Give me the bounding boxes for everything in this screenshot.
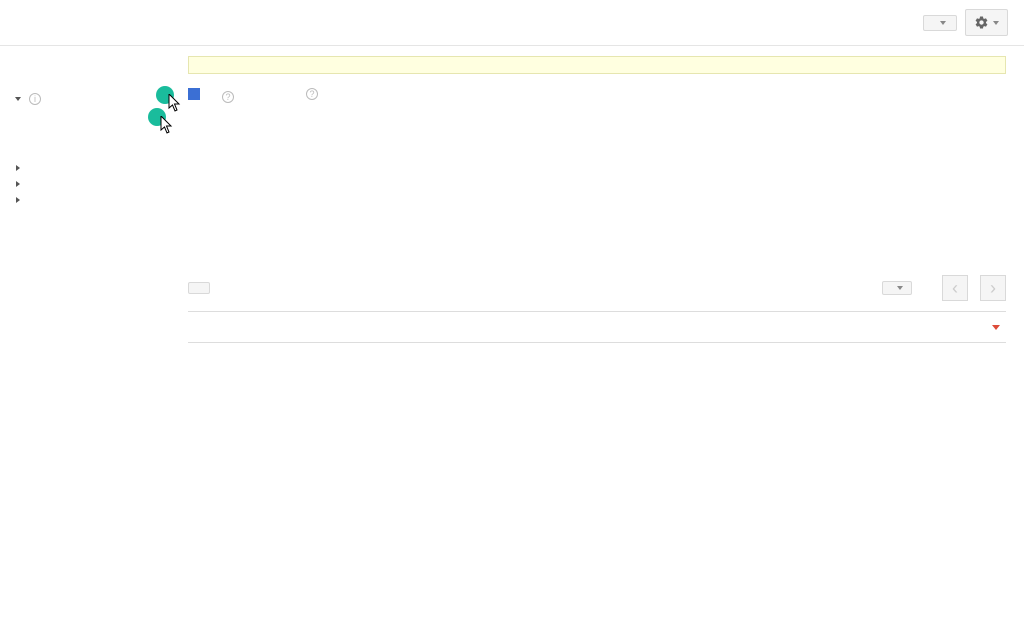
chevron-right-icon xyxy=(16,165,20,171)
gear-icon xyxy=(974,15,989,30)
stat-errors: ? xyxy=(294,88,318,105)
help-icon[interactable]: ? xyxy=(222,91,234,103)
next-page-button[interactable]: › xyxy=(980,275,1006,301)
rows-select[interactable] xyxy=(882,281,912,295)
sidebar-item-data-highlighter[interactable] xyxy=(32,130,184,140)
sidebar-group-google-index[interactable] xyxy=(16,176,184,192)
chevron-down-icon xyxy=(940,21,946,25)
sidebar-item-amp[interactable] xyxy=(32,150,184,160)
chevron-down-icon xyxy=(897,286,903,290)
chevron-down-icon xyxy=(15,97,21,101)
chart xyxy=(188,115,1006,265)
col-items-with-errors[interactable] xyxy=(875,312,1006,343)
prev-page-button[interactable]: ‹ xyxy=(942,275,968,301)
series-swatch xyxy=(188,88,200,100)
info-icon[interactable]: i xyxy=(29,93,41,105)
main-content: ? ? xyxy=(184,46,1024,343)
sidebar-group-search-appearance[interactable]: i xyxy=(16,88,184,110)
sidebar-group-crawl[interactable] xyxy=(16,192,184,208)
chart-x-axis xyxy=(188,228,1006,254)
sidebar: i xyxy=(0,46,184,343)
help-button[interactable] xyxy=(923,15,957,31)
sidebar-item-html-improvements[interactable] xyxy=(32,140,184,150)
sidebar-item-messages[interactable] xyxy=(16,70,184,80)
sidebar-item-dashboard[interactable] xyxy=(16,60,184,70)
chevron-right-icon xyxy=(16,197,20,203)
help-icon[interactable]: ? xyxy=(306,88,318,100)
sidebar-item-security-issues[interactable] xyxy=(16,214,184,224)
sidebar-group-search-traffic[interactable] xyxy=(16,160,184,176)
sidebar-item-rich-cards[interactable] xyxy=(32,120,184,130)
sidebar-item-structured-data[interactable] xyxy=(32,110,184,120)
col-data-type[interactable] xyxy=(188,312,368,343)
sidebar-item-other-resources[interactable] xyxy=(16,230,184,240)
structured-data-table xyxy=(188,311,1006,343)
chevron-right-icon xyxy=(16,181,20,187)
stats-row: ? ? xyxy=(188,88,1006,105)
sort-desc-icon xyxy=(992,325,1000,330)
chart-svg xyxy=(188,115,1006,225)
chevron-down-icon xyxy=(993,21,999,25)
stat-items: ? xyxy=(188,88,234,105)
download-button[interactable] xyxy=(188,282,210,294)
settings-button[interactable] xyxy=(965,9,1008,36)
table-controls: ‹ › xyxy=(188,275,1006,301)
col-source[interactable] xyxy=(368,312,548,343)
col-items[interactable] xyxy=(712,312,876,343)
col-pages[interactable] xyxy=(548,312,712,343)
notice-banner xyxy=(188,56,1006,74)
